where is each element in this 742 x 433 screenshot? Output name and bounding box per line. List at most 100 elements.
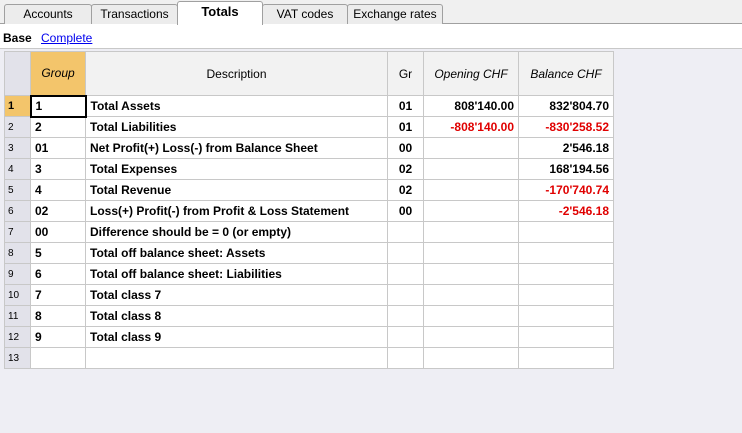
cell-balance[interactable]: 168'194.56 bbox=[518, 158, 614, 180]
cell-group[interactable]: 3 bbox=[30, 158, 86, 180]
cell-balance[interactable] bbox=[518, 326, 614, 348]
cell-opening[interactable]: -808'140.00 bbox=[423, 116, 519, 138]
cell-description[interactable]: Total off balance sheet: Liabilities bbox=[85, 263, 388, 285]
row-number[interactable]: 6 bbox=[4, 200, 31, 222]
table-row[interactable]: 6 02 Loss(+) Profit(-) from Profit & Loss … bbox=[4, 200, 614, 222]
cell-balance[interactable]: 2'546.18 bbox=[518, 137, 614, 159]
row-number[interactable]: 10 bbox=[4, 284, 31, 306]
table-row[interactable]: 9 6 Total off balance sheet: Liabilities bbox=[4, 263, 614, 285]
view-base[interactable]: Base bbox=[3, 31, 32, 45]
cell-gr[interactable] bbox=[387, 242, 424, 264]
cell-group[interactable]: 00 bbox=[30, 221, 86, 243]
column-header-opening[interactable]: Opening CHF bbox=[423, 51, 519, 96]
cell-gr[interactable] bbox=[387, 263, 424, 285]
column-header-gr[interactable]: Gr bbox=[387, 51, 424, 96]
table-row[interactable]: 5 4 Total Revenue 02 -170'740.74 bbox=[4, 179, 614, 201]
cell-gr[interactable]: 01 bbox=[387, 95, 424, 117]
row-number[interactable]: 12 bbox=[4, 326, 31, 348]
cell-gr[interactable] bbox=[387, 326, 424, 348]
cell-description[interactable]: Total Revenue bbox=[85, 179, 388, 201]
cell-gr[interactable] bbox=[387, 284, 424, 306]
cell-opening[interactable] bbox=[423, 221, 519, 243]
cell-opening[interactable]: 808'140.00 bbox=[423, 95, 519, 117]
cell-group[interactable]: 6 bbox=[30, 263, 86, 285]
table-row[interactable]: 4 3 Total Expenses 02 168'194.56 bbox=[4, 158, 614, 180]
cell-balance[interactable] bbox=[518, 263, 614, 285]
table-row[interactable]: 11 8 Total class 8 bbox=[4, 305, 614, 327]
cell-opening[interactable] bbox=[423, 179, 519, 201]
cell-description[interactable]: Net Profit(+) Loss(-) from Balance Sheet bbox=[85, 137, 388, 159]
cell-opening[interactable] bbox=[423, 200, 519, 222]
cell-balance[interactable] bbox=[518, 347, 614, 369]
cell-group[interactable]: 9 bbox=[30, 326, 86, 348]
cell-description[interactable]: Difference should be = 0 (or empty) bbox=[85, 221, 388, 243]
cell-group[interactable]: 02 bbox=[30, 200, 86, 222]
tab-accounts[interactable]: Accounts bbox=[4, 4, 92, 24]
cell-description[interactable]: Loss(+) Profit(-) from Profit & Loss Sta… bbox=[85, 200, 388, 222]
tab-totals[interactable]: Totals bbox=[177, 1, 263, 25]
row-number[interactable]: 11 bbox=[4, 305, 31, 327]
cell-group[interactable]: 1 bbox=[29, 94, 87, 118]
row-number[interactable]: 9 bbox=[4, 263, 31, 285]
table-row[interactable]: 13 bbox=[4, 347, 614, 369]
tab-exchange-rates[interactable]: Exchange rates bbox=[347, 4, 443, 24]
cell-opening[interactable] bbox=[423, 158, 519, 180]
tab-transactions[interactable]: Transactions bbox=[91, 4, 178, 24]
tab-vat-codes[interactable]: VAT codes bbox=[262, 4, 348, 24]
row-number[interactable]: 7 bbox=[4, 221, 31, 243]
table-row[interactable]: 8 5 Total off balance sheet: Assets bbox=[4, 242, 614, 264]
cell-gr[interactable] bbox=[387, 221, 424, 243]
cell-group[interactable]: 4 bbox=[30, 179, 86, 201]
cell-gr[interactable]: 00 bbox=[387, 200, 424, 222]
row-number[interactable]: 3 bbox=[4, 137, 31, 159]
cell-group[interactable]: 5 bbox=[30, 242, 86, 264]
cell-description[interactable]: Total class 7 bbox=[85, 284, 388, 306]
view-complete-link[interactable]: Complete bbox=[41, 31, 92, 45]
row-number[interactable]: 8 bbox=[4, 242, 31, 264]
column-header-description[interactable]: Description bbox=[85, 51, 388, 96]
table-row[interactable]: 7 00 Difference should be = 0 (or empty) bbox=[4, 221, 614, 243]
cell-description[interactable]: Total Expenses bbox=[85, 158, 388, 180]
cell-opening[interactable] bbox=[423, 347, 519, 369]
cell-balance[interactable] bbox=[518, 242, 614, 264]
cell-gr[interactable]: 01 bbox=[387, 116, 424, 138]
column-header-group[interactable]: Group bbox=[30, 51, 86, 96]
cell-description[interactable]: Total class 9 bbox=[85, 326, 388, 348]
table-row[interactable]: 3 01 Net Profit(+) Loss(-) from Balance Sh… bbox=[4, 137, 614, 159]
table-row[interactable]: 2 2 Total Liabilities 01 -808'140.00 -830'258… bbox=[4, 116, 614, 138]
cell-gr[interactable] bbox=[387, 305, 424, 327]
table-row[interactable]: 1 1 Total Assets 01 808'140.00 832'804.70 bbox=[4, 94, 614, 118]
cell-balance[interactable] bbox=[518, 305, 614, 327]
table-row[interactable]: 12 9 Total class 9 bbox=[4, 326, 614, 348]
cell-gr[interactable]: 02 bbox=[387, 158, 424, 180]
cell-opening[interactable] bbox=[423, 137, 519, 159]
cell-description[interactable]: Total Assets bbox=[85, 95, 388, 117]
cell-group[interactable] bbox=[30, 347, 86, 369]
row-number[interactable]: 13 bbox=[4, 347, 31, 369]
cell-balance[interactable]: -170'740.74 bbox=[518, 179, 614, 201]
cell-group[interactable]: 8 bbox=[30, 305, 86, 327]
cell-balance[interactable] bbox=[518, 221, 614, 243]
cell-description[interactable]: Total off balance sheet: Assets bbox=[85, 242, 388, 264]
cell-description[interactable] bbox=[85, 347, 388, 369]
cell-balance[interactable]: -830'258.52 bbox=[518, 116, 614, 138]
cell-description[interactable]: Total Liabilities bbox=[85, 116, 388, 138]
row-number[interactable]: 2 bbox=[4, 116, 31, 138]
cell-opening[interactable] bbox=[423, 242, 519, 264]
row-number[interactable]: 4 bbox=[4, 158, 31, 180]
cell-opening[interactable] bbox=[423, 284, 519, 306]
table-row[interactable]: 10 7 Total class 7 bbox=[4, 284, 614, 306]
column-header-balance[interactable]: Balance CHF bbox=[518, 51, 614, 96]
row-number[interactable]: 1 bbox=[4, 95, 31, 117]
cell-group[interactable]: 01 bbox=[30, 137, 86, 159]
cell-balance[interactable]: -2'546.18 bbox=[518, 200, 614, 222]
cell-opening[interactable] bbox=[423, 305, 519, 327]
cell-description[interactable]: Total class 8 bbox=[85, 305, 388, 327]
cell-group[interactable]: 7 bbox=[30, 284, 86, 306]
cell-balance[interactable] bbox=[518, 284, 614, 306]
cell-gr[interactable]: 02 bbox=[387, 179, 424, 201]
cell-balance[interactable]: 832'804.70 bbox=[518, 95, 614, 117]
cell-gr[interactable] bbox=[387, 347, 424, 369]
cell-gr[interactable]: 00 bbox=[387, 137, 424, 159]
cell-opening[interactable] bbox=[423, 263, 519, 285]
